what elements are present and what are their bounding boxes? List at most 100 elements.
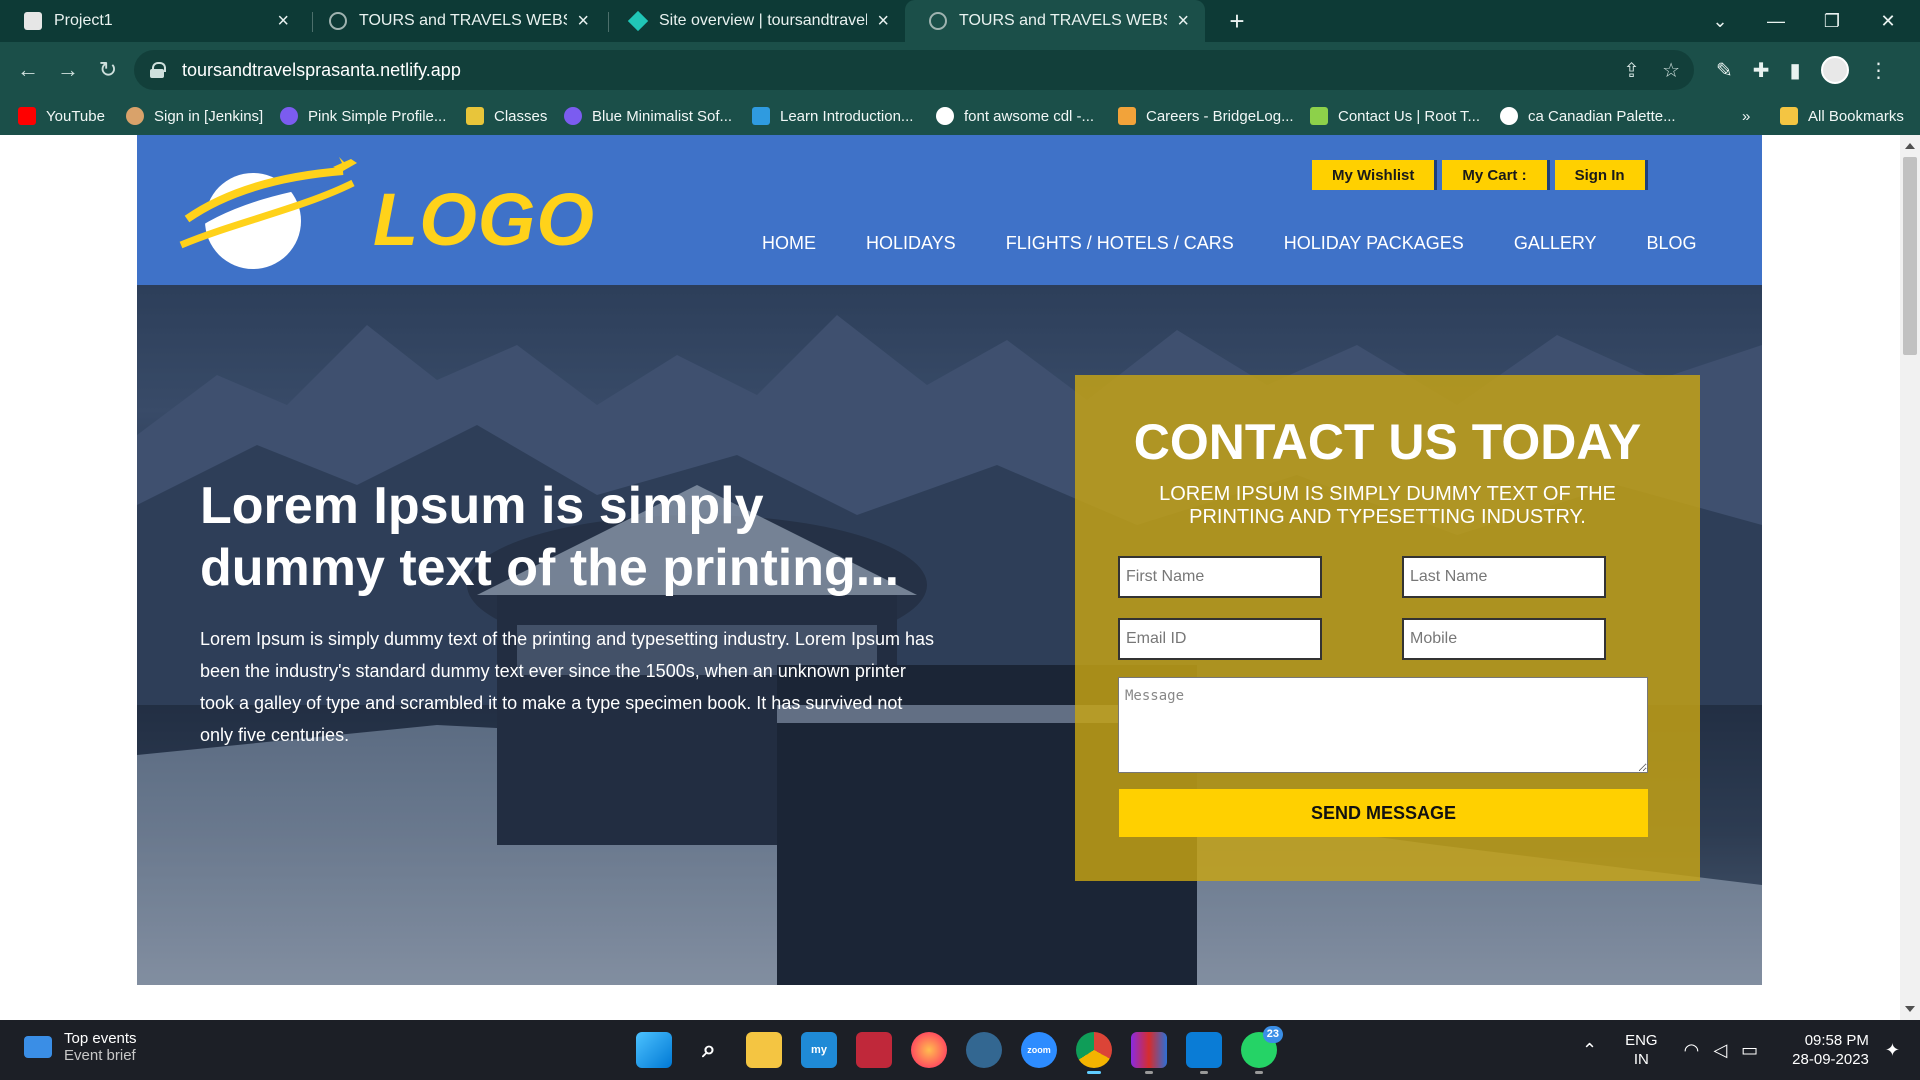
chevron-up-icon[interactable]: ⌃ [1582,1040,1597,1061]
language-indicator[interactable]: ENG IN [1625,1031,1658,1069]
nav-home[interactable]: HOME [737,223,841,263]
tab-site-overview[interactable]: Site overview | toursandtravelspr × [605,0,905,42]
nav-blog[interactable]: BLOG [1622,223,1722,263]
bookmark-pink-profile[interactable]: Pink Simple Profile... [280,97,446,135]
my-wishlist-button[interactable]: My Wishlist [1312,160,1438,190]
close-icon[interactable]: × [877,11,889,31]
bookmark-learn-introduction[interactable]: Learn Introduction... [752,97,913,135]
clock[interactable]: 09:58 PM 28-09-2023 [1792,1031,1869,1069]
widget-subtitle: Event brief [64,1047,136,1064]
last-name-input[interactable] [1402,556,1606,598]
nav-holiday-packages[interactable]: HOLIDAY PACKAGES [1259,223,1489,263]
bookmark-blue-minimalist[interactable]: Blue Minimalist Sof... [564,97,732,135]
widgets-icon [24,1036,52,1058]
nav-flights-hotels-cars[interactable]: FLIGHTS / HOTELS / CARS [981,223,1259,263]
windows-start-icon[interactable] [636,1032,672,1068]
wifi-icon[interactable]: ◠ [1684,1040,1700,1061]
screen-recorder-icon[interactable] [856,1032,892,1068]
nav-gallery[interactable]: GALLERY [1489,223,1622,263]
top-buttons: My Wishlist My Cart : Sign In [1312,160,1648,190]
battery-icon[interactable]: ▭ [1741,1040,1758,1061]
canva-icon [564,107,582,125]
all-bookmarks-button[interactable]: All Bookmarks [1780,97,1904,135]
send-message-button[interactable]: SEND MESSAGE [1119,789,1648,837]
palette-icon [1500,107,1518,125]
contact-panel: CONTACT US TODAY LOREM IPSUM IS SIMPLY D… [1075,375,1700,881]
address-toolbar: ← → ↻ toursandtravelsprasanta.netlify.ap… [0,42,1920,97]
tab-search-chevron-icon[interactable]: ⌄ [1692,0,1748,42]
vscode-icon[interactable] [1186,1032,1222,1074]
scroll-down-arrow-icon[interactable] [1905,1006,1915,1012]
profile-avatar[interactable] [1820,56,1849,84]
tab-tours-website-active[interactable]: TOURS and TRAVELS WEBSITE × [905,0,1205,42]
contact-subtitle: LOREM IPSUM IS SIMPLY DUMMY TEXT OF THE … [1159,483,1616,528]
tab-label: TOURS and TRAVELS WEBSITE [359,12,567,29]
root-icon [1310,107,1328,125]
scroll-up-arrow-icon[interactable] [1905,143,1915,149]
my-cart-button[interactable]: My Cart : [1442,160,1550,190]
nav-holidays[interactable]: HOLIDAYS [841,223,981,263]
restore-icon[interactable]: ❐ [1804,0,1860,42]
bookmark-canadian-palette[interactable]: ca Canadian Palette... [1500,97,1676,135]
bookmarks-bar: YouTube Sign in [Jenkins] Pink Simple Pr… [0,97,1920,135]
url-text[interactable]: toursandtravelsprasanta.netlify.app [182,60,461,81]
winrar-icon[interactable] [1131,1032,1167,1074]
close-icon[interactable]: × [277,11,289,31]
bookmark-classes[interactable]: Classes [466,97,547,135]
first-name-input[interactable] [1118,556,1322,598]
kebab-menu-icon[interactable]: ⋮ [1869,58,1889,83]
netlify-icon [627,10,649,32]
window-close-icon[interactable]: ✕ [1860,0,1916,42]
bookmark-font-awesome[interactable]: font awsome cdl -... [936,97,1094,135]
myhp-icon[interactable]: my [801,1032,837,1068]
tab-project1[interactable]: Project1 × [0,0,305,42]
bookmark-youtube[interactable]: YouTube [18,97,105,135]
side-panel-icon[interactable]: ▮ [1790,58,1801,83]
close-icon[interactable]: × [577,11,589,31]
hero-text: Lorem Ipsum is simply dummy text of the … [200,629,934,745]
project-icon [24,12,42,30]
back-arrow-icon[interactable]: ← [12,54,44,86]
vertical-scrollbar[interactable] [1900,135,1920,1020]
chrome-icon[interactable] [1076,1032,1112,1074]
message-textarea[interactable] [1118,677,1648,773]
share-icon[interactable]: ⇪ [1623,58,1640,83]
extensions-puzzle-icon[interactable]: ✚ [1753,58,1770,83]
windows-taskbar: Top events Event brief ⌕ my zoom 23 ⌃ EN… [0,1020,1920,1080]
forward-arrow-icon[interactable]: → [52,54,84,86]
mobile-input[interactable] [1402,618,1606,660]
close-icon[interactable]: × [1177,11,1189,31]
bookmark-careers[interactable]: Careers - BridgeLog... [1118,97,1294,135]
notification-badge: 23 [1262,1026,1283,1043]
notification-bell-icon[interactable]: ✦ [1885,1040,1900,1061]
jenkins-icon [126,107,144,125]
star-icon[interactable]: ☆ [1662,58,1680,83]
page-viewport: LOGO My Wishlist My Cart : Sign In HOME … [0,135,1900,1020]
email-input[interactable] [1118,618,1322,660]
widget-title: Top events [64,1030,137,1047]
folder-icon [1780,107,1798,125]
file-explorer-icon[interactable] [746,1032,782,1068]
volume-icon[interactable]: ◁ [1713,1040,1727,1061]
firefox-icon[interactable] [911,1032,947,1068]
widgets-button[interactable]: Top events Event brief [24,1030,137,1064]
reload-icon[interactable]: ↻ [92,54,124,86]
omnibox[interactable]: toursandtravelsprasanta.netlify.app ⇪ ☆ [134,50,1694,90]
minimize-icon[interactable]: — [1748,0,1804,42]
lock-icon[interactable] [150,62,166,78]
sign-in-button[interactable]: Sign In [1554,160,1648,190]
logo[interactable]: LOGO [173,153,594,273]
bookmark-contact-us[interactable]: Contact Us | Root T... [1310,97,1480,135]
zoom-icon[interactable]: zoom [1021,1032,1057,1068]
more-bookmarks-chevron[interactable]: » [1742,97,1750,135]
scroll-thumb[interactable] [1903,157,1917,355]
eyedropper-icon[interactable]: ✎ [1716,58,1733,83]
taskbar-apps: ⌕ my zoom 23 [636,1026,1283,1074]
whatsapp-icon[interactable]: 23 [1241,1026,1283,1074]
postgresql-icon[interactable] [966,1032,1002,1068]
new-tab-button[interactable]: + [1222,6,1252,36]
tab-label: TOURS and TRAVELS WEBSITE [959,12,1167,29]
bookmark-jenkins[interactable]: Sign in [Jenkins] [126,97,263,135]
tab-tours-website-1[interactable]: TOURS and TRAVELS WEBSITE × [305,0,605,42]
search-icon[interactable]: ⌕ [691,1032,727,1068]
